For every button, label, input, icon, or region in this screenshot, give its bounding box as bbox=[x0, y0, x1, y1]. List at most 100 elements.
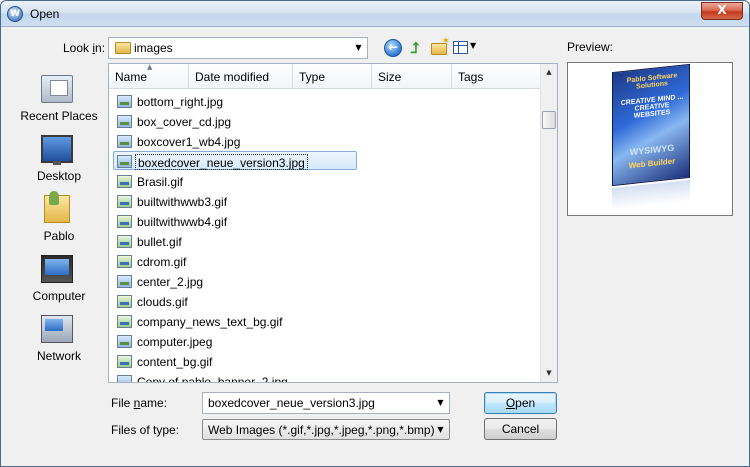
cancel-button[interactable]: Cancel bbox=[484, 418, 557, 440]
scroll-thumb[interactable] bbox=[542, 111, 556, 129]
files-of-type-dropdown[interactable]: Web Images (*.gif,*.jpg,*.jpeg,*.png,*.b… bbox=[202, 419, 450, 440]
gif-image-icon bbox=[117, 235, 132, 248]
place-label: Desktop bbox=[36, 169, 82, 183]
open-button[interactable]: Open bbox=[484, 392, 557, 414]
files-of-type-label: Files of type: bbox=[111, 423, 180, 437]
chevron-down-icon[interactable]: ▼ bbox=[432, 393, 449, 413]
place-label: Pablo bbox=[43, 229, 75, 243]
place-recent-places[interactable]: Recent Places bbox=[13, 69, 105, 125]
close-button[interactable]: X bbox=[701, 2, 743, 20]
file-row[interactable]: Brasil.gif bbox=[109, 171, 541, 191]
gif-image-icon bbox=[117, 255, 132, 268]
jpg-image-icon bbox=[117, 115, 132, 128]
jpg-image-icon bbox=[117, 375, 132, 382]
file-row[interactable]: clouds.gif bbox=[109, 291, 541, 311]
column-tags[interactable]: Tags bbox=[452, 64, 541, 89]
file-list[interactable]: ▲ Name Date modified Type Size Tags bott… bbox=[108, 63, 558, 383]
place-pablo[interactable]: Pablo bbox=[13, 189, 105, 245]
file-row[interactable]: company_news_text_bg.gif bbox=[109, 311, 541, 331]
file-name: bottom_right.jpg bbox=[137, 95, 224, 109]
file-name: boxedcover_neue_version3.jpg bbox=[135, 154, 308, 170]
gif-image-icon bbox=[117, 295, 132, 308]
chevron-down-icon[interactable]: ▼ bbox=[350, 38, 367, 58]
file-row[interactable]: bottom_right.jpg bbox=[109, 91, 541, 111]
file-name-label: File name: bbox=[111, 396, 168, 410]
sort-ascending-icon: ▲ bbox=[147, 63, 153, 71]
file-name: bullet.gif bbox=[137, 235, 182, 249]
file-name: cdrom.gif bbox=[137, 255, 187, 269]
jpg-image-icon bbox=[117, 135, 132, 148]
column-header: ▲ Name Date modified Type Size Tags bbox=[109, 64, 541, 89]
recent-places-icon bbox=[41, 75, 73, 103]
jpg-image-icon bbox=[117, 275, 132, 288]
chevron-down-icon[interactable]: ▼ bbox=[432, 420, 449, 439]
file-name: boxcover1_wb4.jpg bbox=[137, 135, 241, 149]
place-computer[interactable]: Computer bbox=[13, 249, 105, 305]
look-in-dropdown[interactable]: images ▼ bbox=[108, 37, 368, 59]
computer-icon bbox=[41, 255, 73, 283]
preview-pane: Pablo Software Solutions CREATIVE MIND .… bbox=[567, 62, 733, 216]
place-label: Computer bbox=[32, 289, 86, 303]
file-rows: bottom_right.jpg box_cover_cd.jpg boxcover… bbox=[109, 91, 541, 383]
scroll-down-icon[interactable]: ▼ bbox=[541, 365, 557, 382]
file-row[interactable]: center_2.jpg bbox=[109, 271, 541, 291]
file-name: Brasil.gif bbox=[137, 175, 184, 189]
gif-image-icon bbox=[117, 355, 132, 368]
folder-icon bbox=[115, 42, 131, 54]
file-name: center_2.jpg bbox=[137, 275, 204, 289]
column-date-modified[interactable]: Date modified bbox=[189, 64, 293, 89]
app-icon: W bbox=[7, 6, 23, 22]
file-row[interactable]: content_bg.gif bbox=[109, 351, 541, 371]
places-bar: Recent Places Desktop Pablo Computer Net… bbox=[13, 63, 105, 383]
window-title: Open bbox=[30, 7, 60, 21]
column-type[interactable]: Type bbox=[293, 64, 372, 89]
title-bar: W Open X bbox=[1, 1, 749, 27]
place-desktop[interactable]: Desktop bbox=[13, 129, 105, 185]
column-name[interactable]: ▲ Name bbox=[109, 64, 189, 89]
file-row[interactable]: boxcover1_wb4.jpg bbox=[109, 131, 541, 151]
scroll-up-icon[interactable]: ▲ bbox=[541, 64, 557, 81]
place-label: Recent Places bbox=[20, 109, 98, 123]
jpg-image-icon bbox=[117, 335, 132, 348]
vertical-scrollbar[interactable]: ▲ ▼ bbox=[540, 64, 557, 382]
up-folder-icon[interactable]: ⮥ bbox=[406, 39, 424, 57]
views-menu-icon[interactable]: ▼ bbox=[453, 39, 479, 57]
place-network[interactable]: Network bbox=[13, 309, 105, 365]
desktop-icon bbox=[41, 135, 73, 165]
place-label: Network bbox=[36, 349, 81, 363]
file-row[interactable]: cdrom.gif bbox=[109, 251, 541, 271]
look-in-value: images bbox=[134, 41, 173, 55]
preview-image: Pablo Software Solutions CREATIVE MIND .… bbox=[612, 63, 690, 187]
file-name: clouds.gif bbox=[137, 295, 188, 309]
preview-label: Preview: bbox=[567, 40, 614, 54]
jpg-image-icon bbox=[117, 155, 132, 168]
file-row[interactable]: boxedcover_neue_version3.jpg bbox=[109, 151, 541, 171]
column-size[interactable]: Size bbox=[372, 64, 452, 89]
file-name: content_bg.gif bbox=[137, 355, 213, 369]
file-row[interactable]: computer.jpeg bbox=[109, 331, 541, 351]
open-dialog: W Open X Look in: images ▼ ← ⮥ ✶ ▼ Previ… bbox=[0, 0, 750, 467]
file-name: computer.jpeg bbox=[137, 335, 213, 349]
file-row[interactable]: builtwithwwb3.gif bbox=[109, 191, 541, 211]
file-name-combo[interactable]: ▼ bbox=[202, 392, 450, 414]
jpg-image-icon bbox=[117, 95, 132, 108]
user-folder-icon bbox=[44, 191, 70, 223]
gif-image-icon bbox=[117, 175, 132, 188]
file-name: builtwithwwb3.gif bbox=[137, 195, 228, 209]
file-name: Copy of pablo_banner_2.jpg bbox=[137, 375, 288, 383]
gif-image-icon bbox=[117, 195, 132, 208]
network-icon bbox=[41, 315, 73, 343]
file-row[interactable]: builtwithwwb4.gif bbox=[109, 211, 541, 231]
new-folder-icon[interactable]: ✶ bbox=[430, 36, 450, 57]
gif-image-icon bbox=[117, 215, 132, 228]
file-row[interactable]: box_cover_cd.jpg bbox=[109, 111, 541, 131]
file-row[interactable]: bullet.gif bbox=[109, 231, 541, 251]
gif-image-icon bbox=[117, 315, 132, 328]
file-name-input[interactable] bbox=[203, 393, 431, 413]
file-row[interactable]: Copy of pablo_banner_2.jpg bbox=[109, 371, 541, 383]
file-name: company_news_text_bg.gif bbox=[137, 315, 283, 329]
back-icon[interactable]: ← bbox=[384, 39, 402, 57]
file-name: box_cover_cd.jpg bbox=[137, 115, 232, 129]
files-of-type-value: Web Images (*.gif,*.jpg,*.jpeg,*.png,*.b… bbox=[208, 423, 435, 437]
file-name: builtwithwwb4.gif bbox=[137, 215, 228, 229]
